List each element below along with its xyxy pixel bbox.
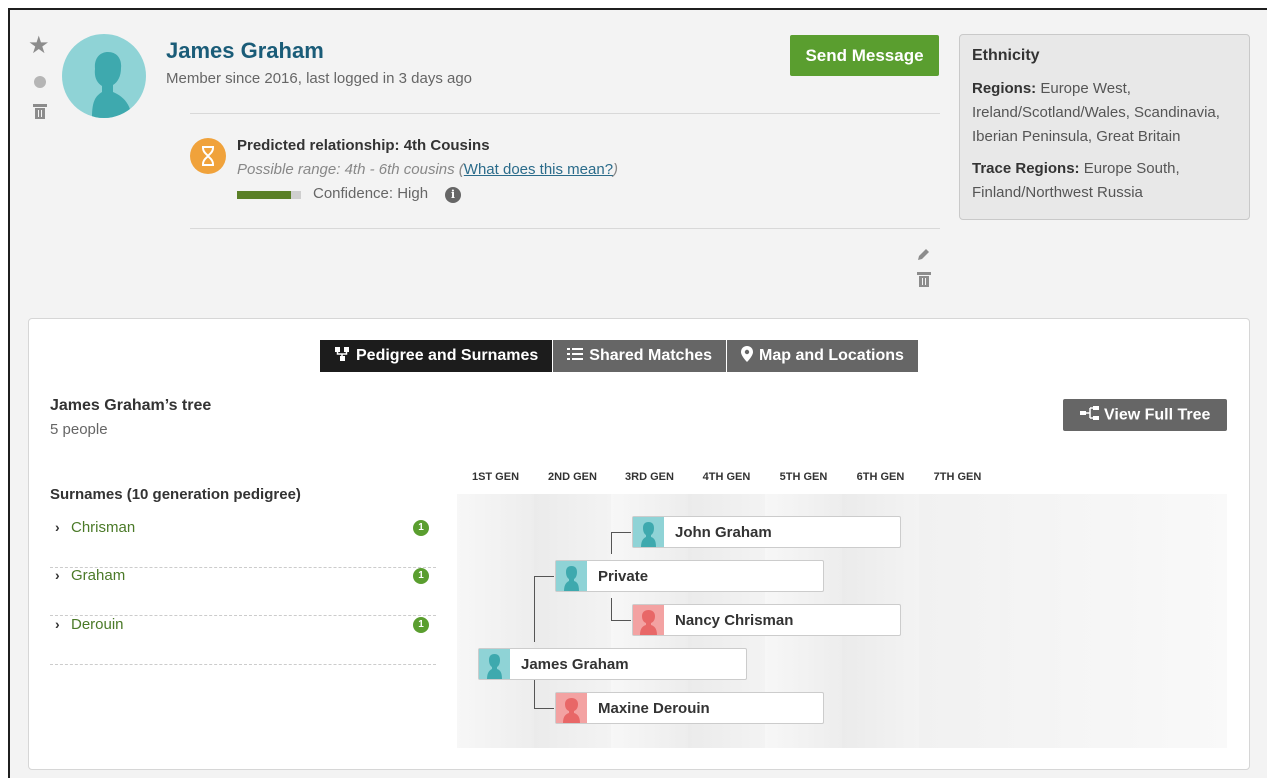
surnames-title: Surnames (10 generation pedigree) — [50, 486, 301, 503]
ethnicity-trace-regions: Trace Regions: Europe South, Finland/Nor… — [972, 157, 1237, 205]
chevron-right-icon: › — [55, 616, 60, 632]
person-name: Private — [598, 568, 649, 585]
person-card[interactable]: James Graham — [478, 648, 747, 680]
ethnicity-regions: Regions: Europe West, Ireland/Scotland/W… — [972, 77, 1237, 149]
ethnicity-title: Ethnicity — [972, 47, 1040, 64]
surname-name: Chrisman — [71, 519, 136, 536]
generation-label: 2ND GEN — [548, 471, 597, 483]
connector-line — [611, 532, 631, 533]
connector-line — [611, 598, 612, 620]
female-avatar-icon — [633, 605, 664, 635]
generation-label: 1ST GEN — [471, 471, 520, 483]
hourglass-icon — [202, 146, 214, 166]
person-name: James Graham — [521, 656, 629, 673]
connector-line — [534, 708, 554, 709]
tree-icon — [1079, 405, 1100, 425]
pedigree-icon — [334, 346, 350, 366]
tab-pedigree-and-surnames[interactable]: Pedigree and Surnames — [320, 340, 554, 372]
generation-label: 4TH GEN — [702, 471, 751, 483]
male-avatar-icon — [479, 649, 510, 679]
chevron-right-icon: › — [55, 519, 60, 535]
surname-count-badge: 1 — [413, 617, 429, 633]
divider — [190, 228, 940, 229]
confidence-text: Confidence: High — [313, 185, 429, 202]
member-since: Member since 2016, last logged in 3 days… — [166, 70, 473, 87]
person-name: Nancy Chrisman — [675, 612, 794, 629]
relationship-range: Possible range: 4th - 6th cousins (What … — [237, 161, 618, 178]
connector-line — [534, 576, 554, 577]
surname-name: Graham — [71, 567, 126, 584]
status-dot-icon[interactable] — [34, 76, 46, 88]
tree-people-count: 5 people — [50, 421, 108, 438]
confidence-bar — [237, 191, 301, 199]
what-does-this-mean-link[interactable]: What does this mean? — [464, 161, 613, 178]
connector-line — [534, 576, 535, 642]
tab-shared-matches[interactable]: Shared Matches — [553, 340, 728, 372]
trash-icon[interactable] — [917, 272, 931, 287]
generation-label: 6TH GEN — [856, 471, 905, 483]
surname-row-derouin[interactable]: › Derouin 1 — [50, 616, 436, 665]
side-actions: ★ — [28, 34, 52, 119]
map-pin-icon — [741, 346, 754, 366]
relationship-icon — [190, 138, 226, 174]
trace-regions-label: Trace Regions: — [972, 160, 1080, 177]
range-suffix: ) — [613, 161, 619, 178]
tab-map-and-locations[interactable]: Map and Locations — [727, 340, 919, 372]
regions-label: Regions: — [972, 80, 1037, 97]
chevron-right-icon: › — [55, 567, 60, 583]
generation-column — [457, 494, 534, 748]
divider — [190, 113, 940, 114]
person-silhouette-icon — [92, 52, 132, 118]
predicted-relationship: Predicted relationship: 4th Cousins — [237, 137, 490, 154]
tab-bar: Pedigree and Surnames Shared Matches Map… — [320, 340, 919, 372]
female-avatar-icon — [556, 693, 587, 723]
person-name: Maxine Derouin — [598, 700, 710, 717]
pencil-icon[interactable] — [916, 248, 930, 262]
generation-label: 3RD GEN — [625, 471, 674, 483]
surname-count-badge: 1 — [413, 568, 429, 584]
tab-label: Shared Matches — [589, 347, 713, 364]
person-card[interactable]: Private — [555, 560, 824, 592]
generation-label: 5TH GEN — [779, 471, 828, 483]
view-full-tree-button[interactable]: View Full Tree — [1063, 399, 1227, 431]
person-card[interactable]: Maxine Derouin — [555, 692, 824, 724]
send-message-button[interactable]: Send Message — [790, 35, 939, 76]
person-card[interactable]: Nancy Chrisman — [632, 604, 901, 636]
avatar — [62, 34, 146, 118]
male-avatar-icon — [556, 561, 587, 591]
male-avatar-icon — [633, 517, 664, 547]
generation-label: 7TH GEN — [933, 471, 982, 483]
pedigree-chart: John Graham Private Nancy Chrisman James… — [457, 494, 1227, 748]
person-card[interactable]: John Graham — [632, 516, 901, 548]
generation-column — [919, 494, 1227, 748]
tree-card: Pedigree and Surnames Shared Matches Map… — [28, 318, 1250, 770]
surname-count-badge: 1 — [413, 520, 429, 536]
generation-labels: 1ST GEN 2ND GEN 3RD GEN 4TH GEN 5TH GEN … — [457, 471, 1227, 491]
surname-name: Derouin — [71, 616, 124, 633]
person-name: John Graham — [675, 524, 772, 541]
star-icon[interactable]: ★ — [28, 34, 52, 58]
info-icon[interactable]: i — [445, 187, 461, 203]
surname-row-graham[interactable]: › Graham 1 — [50, 567, 436, 616]
range-text: Possible range: 4th - 6th cousins ( — [237, 161, 464, 178]
profile-frame: ★ James Graham Member since 2016, last l… — [8, 8, 1267, 778]
connector-line — [611, 532, 612, 554]
view-full-tree-label: View Full Tree — [1104, 406, 1211, 424]
tree-title: James Graham’s tree — [50, 397, 212, 414]
connector-line — [611, 620, 631, 621]
edit-actions — [916, 248, 932, 287]
trash-icon[interactable] — [33, 104, 47, 119]
profile-name[interactable]: James Graham — [166, 38, 324, 64]
surname-row-chrisman[interactable]: › Chrisman 1 — [50, 519, 436, 568]
tab-label: Map and Locations — [759, 347, 904, 364]
tab-label: Pedigree and Surnames — [356, 347, 539, 364]
ethnicity-panel: Ethnicity Regions: Europe West, Ireland/… — [959, 34, 1250, 220]
list-icon — [567, 347, 584, 365]
confidence-bar-fill — [237, 191, 292, 199]
